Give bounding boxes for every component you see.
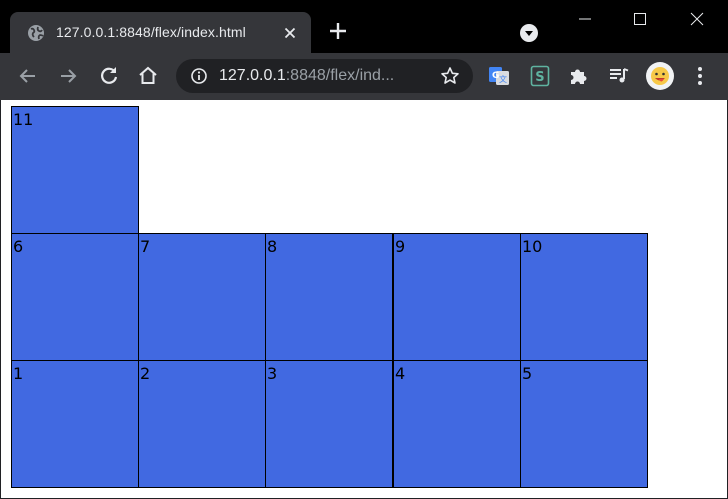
window-close-icon: [690, 12, 704, 26]
tab-title: 127.0.0.1:8848/flex/index.html: [56, 24, 246, 40]
close-icon[interactable]: [281, 24, 299, 42]
flex-item-11: 11: [11, 106, 139, 234]
url-path: :8848/flex/ind...: [285, 67, 395, 84]
flex-item-label: 1: [13, 364, 24, 383]
svg-text:文: 文: [499, 74, 507, 84]
home-icon[interactable]: [136, 64, 160, 88]
flex-item-label: 2: [140, 364, 151, 383]
tab-strip: 127.0.0.1:8848/flex/index.html: [0, 0, 728, 53]
flex-item-label: 10: [522, 237, 543, 256]
flex-item-6: 6: [11, 233, 139, 361]
info-icon[interactable]: [190, 67, 208, 85]
address-bar[interactable]: 127.0.0.1:8848/flex/ind...: [176, 59, 473, 93]
tab-active[interactable]: 127.0.0.1:8848/flex/index.html: [10, 12, 311, 53]
flex-item-3: 3: [265, 360, 393, 488]
flex-item-label: 4: [395, 364, 406, 383]
window-close-button[interactable]: [670, 0, 726, 38]
flex-item-7: 7: [138, 233, 266, 361]
svg-text:S: S: [535, 70, 544, 85]
maximize-button[interactable]: [613, 0, 669, 38]
flex-item-label: 6: [13, 237, 24, 256]
url-text[interactable]: 127.0.0.1:8848/flex/ind...: [219, 67, 394, 85]
puzzle-icon[interactable]: [567, 64, 591, 88]
minimize-button[interactable]: [558, 0, 614, 38]
reload-icon[interactable]: [97, 64, 121, 88]
flex-item-5: 5: [520, 360, 648, 488]
emoji-face-icon: [651, 67, 669, 85]
flex-item-1: 1: [11, 360, 139, 488]
browser-window: 127.0.0.1:8848/flex/index.html 127.0.0.1…: [0, 0, 728, 499]
flex-item-9: 9: [393, 233, 521, 361]
flex-item-label: 9: [395, 237, 406, 256]
toolbar: 127.0.0.1:8848/flex/ind... G 文 S: [0, 53, 728, 100]
minimize-icon: [579, 18, 591, 20]
forward-arrow-icon[interactable]: [56, 64, 80, 88]
back-arrow-icon[interactable]: [16, 64, 40, 88]
flex-item-4: 4: [393, 360, 521, 488]
flex-item-label: 5: [522, 364, 533, 383]
globe-icon: [28, 25, 44, 41]
kebab-menu-icon[interactable]: [688, 64, 712, 88]
google-translate-icon[interactable]: G 文: [487, 64, 511, 88]
plus-icon[interactable]: [327, 20, 349, 42]
url-host: 127.0.0.1: [219, 67, 286, 84]
tab-search-icon[interactable]: [518, 22, 540, 44]
flex-item-8: 8: [265, 233, 393, 361]
playlist-icon[interactable]: [607, 64, 631, 88]
flex-item-label: 3: [267, 364, 278, 383]
flex-item-10: 10: [520, 233, 648, 361]
avatar[interactable]: [646, 62, 674, 90]
maximize-icon: [634, 13, 646, 25]
star-icon[interactable]: [440, 66, 460, 86]
page-viewport: 1 2 3 4 5 6 7 8 9 10 11: [1, 100, 727, 498]
flex-item-label: 11: [13, 110, 34, 129]
s-extension-icon[interactable]: S: [528, 64, 552, 88]
flex-item-label: 8: [267, 237, 278, 256]
flex-item-2: 2: [138, 360, 266, 488]
flex-item-label: 7: [140, 237, 151, 256]
